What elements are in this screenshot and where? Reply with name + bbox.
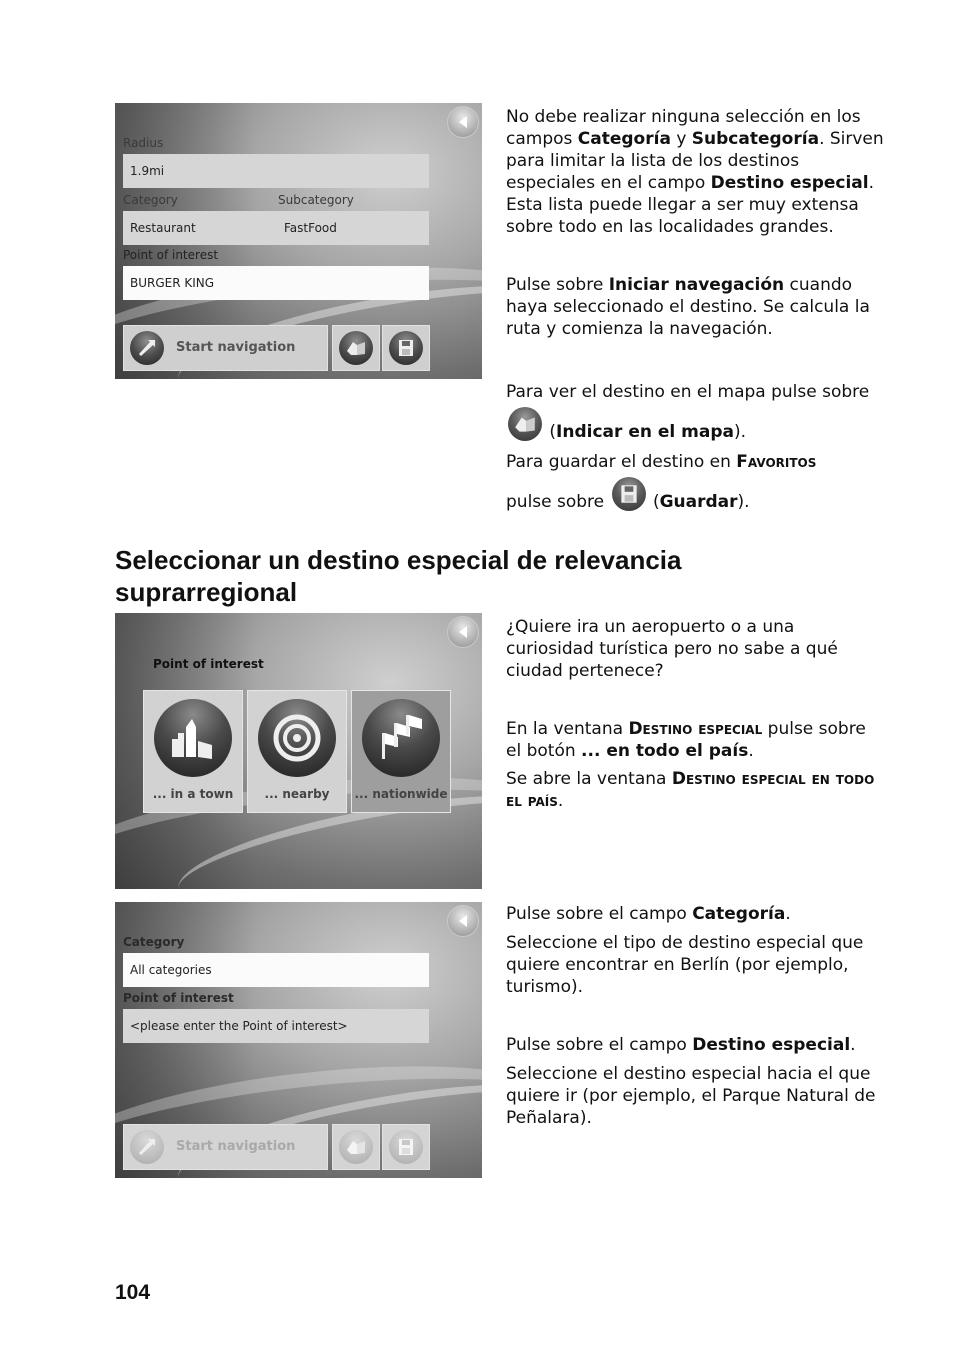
poi-label: Point of interest: [123, 248, 219, 262]
back-button[interactable]: [447, 905, 479, 937]
save-button[interactable]: [382, 1124, 430, 1170]
show-on-map-button[interactable]: [332, 1124, 380, 1170]
paragraph: Seleccione el destino especial hacia el …: [506, 1064, 876, 1128]
category-value: Restaurant: [130, 221, 196, 235]
paragraph: ¿Quiere ira un aeropuerto o a una curios…: [506, 617, 838, 681]
back-button[interactable]: [447, 616, 479, 648]
tile-label: ... in a town: [152, 787, 234, 801]
start-navigation-button[interactable]: Start navigation: [123, 325, 328, 371]
radius-field[interactable]: 1.9mi: [123, 154, 429, 188]
paragraph: Para guardar el destino en Favoritos pul…: [506, 452, 817, 512]
radius-label: Radius: [123, 136, 164, 150]
tile-label: ... nearby: [264, 787, 330, 801]
navigation-arrow-icon: [130, 1130, 164, 1164]
save-disk-icon: [611, 477, 646, 511]
nationwide-button[interactable]: ... nationwide: [351, 690, 451, 813]
save-disk-icon: [389, 331, 423, 365]
show-on-map-button[interactable]: [332, 325, 380, 371]
category-label: Category: [123, 935, 185, 949]
back-arrow-icon: [459, 626, 467, 638]
city-icon: [154, 699, 232, 777]
page-number: 104: [115, 1281, 151, 1304]
category-field[interactable]: All categories: [123, 953, 429, 987]
map-icon: [508, 407, 542, 441]
tile-label: ... nationwide: [354, 787, 448, 801]
subcategory-value[interactable]: FastFood: [284, 211, 337, 245]
paragraph: Pulse sobre Iniciar navegación cuando ha…: [506, 275, 870, 339]
poi-field[interactable]: <please enter the Point of interest>: [123, 1009, 429, 1043]
paragraph: Pulse sobre el campo Destino especial.: [506, 1035, 856, 1055]
start-navigation-label: Start navigation: [176, 1139, 296, 1154]
paragraph: Para ver el destino en el mapa pulse sob…: [506, 382, 870, 442]
instructions-block-1: No debe realizar ninguna selección en lo…: [506, 106, 886, 517]
nearby-button[interactable]: ... nearby: [247, 690, 347, 813]
paragraph: Seleccione el tipo de destino especial q…: [506, 933, 864, 997]
screenshot-poi-search-filled: Radius 1.9mi Category Subcategory Restau…: [115, 103, 482, 379]
flags-icon: [362, 699, 440, 777]
category-label: Category: [123, 193, 178, 207]
paragraph: Se abre la ventana Destino especial en t…: [506, 769, 875, 811]
navigation-arrow-icon: [130, 331, 164, 365]
action-bar: Start navigation: [123, 325, 430, 371]
poi-label: Point of interest: [123, 991, 234, 1005]
back-arrow-icon: [459, 116, 467, 128]
paragraph: En la ventana Destino especial pulse sob…: [506, 719, 866, 761]
save-button[interactable]: [382, 325, 430, 371]
map-icon: [339, 1130, 373, 1164]
paragraph: No debe realizar ninguna selección en lo…: [506, 107, 884, 237]
instructions-block-2: ¿Quiere ira un aeropuerto o a una curios…: [506, 616, 886, 812]
instructions-block-3: Pulse sobre el campo Categoría. Seleccio…: [506, 903, 886, 1129]
start-navigation-label: Start navigation: [176, 340, 296, 355]
screenshot-poi-scope: Point of interest ... in a town ... near…: [115, 613, 482, 889]
category-field[interactable]: Restaurant FastFood: [123, 211, 429, 245]
start-navigation-button[interactable]: Start navigation: [123, 1124, 328, 1170]
target-icon: [258, 699, 336, 777]
map-icon: [339, 331, 373, 365]
back-arrow-icon: [459, 915, 467, 927]
in-a-town-button[interactable]: ... in a town: [143, 690, 243, 813]
poi-screen-title: Point of interest: [153, 657, 264, 671]
section-heading: Seleccionar un destino especial de relev…: [115, 545, 682, 607]
action-bar: Start navigation: [123, 1124, 430, 1170]
subcategory-label: Subcategory: [278, 193, 354, 207]
poi-field[interactable]: BURGER KING: [123, 266, 429, 300]
paragraph: Pulse sobre el campo Categoría.: [506, 904, 791, 924]
back-button[interactable]: [447, 106, 479, 138]
screenshot-poi-nationwide: Category All categories Point of interes…: [115, 902, 482, 1178]
save-disk-icon: [389, 1130, 423, 1164]
